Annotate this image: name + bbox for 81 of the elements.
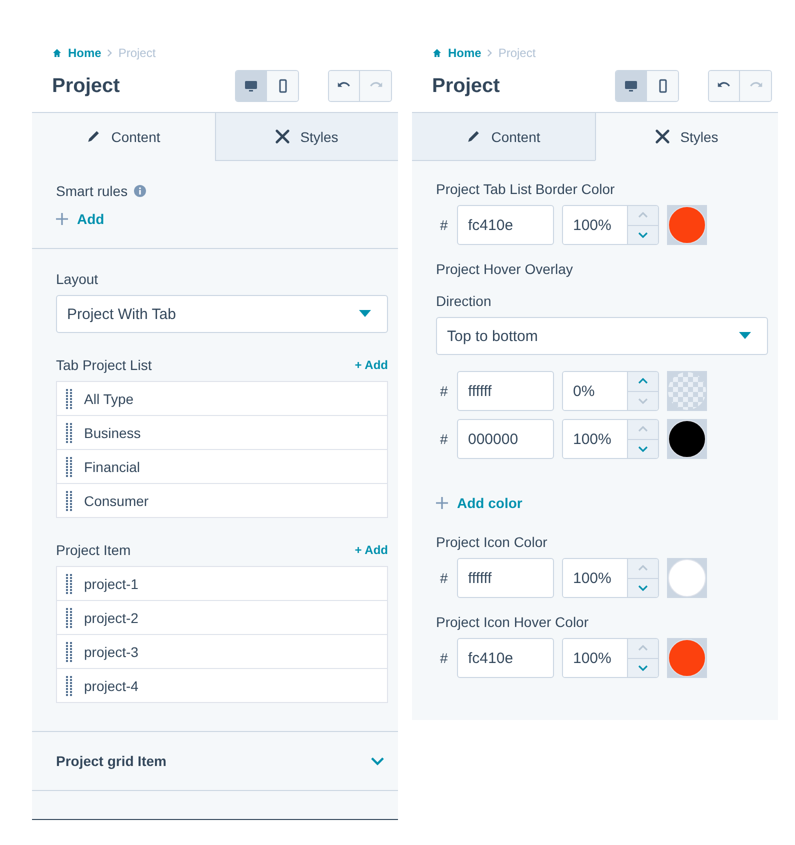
desktop-button[interactable] — [236, 71, 267, 101]
undo-button[interactable] — [329, 71, 360, 101]
breadcrumb-link[interactable]: Home — [68, 46, 102, 60]
decrement-button[interactable] — [628, 224, 658, 244]
field-label: Project Item — [56, 542, 131, 558]
layout-select[interactable]: Project With Tab — [56, 295, 388, 333]
decrement-button[interactable] — [628, 658, 658, 677]
accordion-header[interactable]: Project grid Item — [32, 732, 398, 791]
monitor-icon — [624, 79, 638, 93]
hash-label: # — [439, 383, 449, 399]
hex-input[interactable]: 000000 — [457, 419, 554, 459]
monitor-icon — [244, 79, 258, 93]
drag-handle-icon[interactable] — [66, 490, 72, 510]
mobile-button[interactable] — [267, 71, 298, 101]
field-label: Direction — [436, 293, 492, 309]
drag-handle-icon[interactable] — [66, 574, 72, 594]
opacity-field[interactable]: 100% — [562, 558, 659, 598]
caret-icon — [739, 332, 751, 340]
drag-handle-icon[interactable] — [66, 422, 72, 442]
list-item[interactable]: project-1 — [57, 567, 387, 601]
page-title: Project — [432, 74, 501, 98]
caret-icon — [359, 310, 371, 318]
drag-handle-icon[interactable] — [66, 642, 72, 662]
home-icon — [432, 48, 442, 58]
drag-handle-icon[interactable] — [66, 456, 72, 476]
field-label: Layout — [56, 271, 98, 287]
drag-handle-icon[interactable] — [66, 676, 72, 696]
crossed-tools-icon — [655, 129, 670, 144]
pencil-icon — [466, 129, 482, 144]
info-icon — [134, 185, 146, 197]
field-label: Tab Project List — [56, 357, 152, 373]
opacity-field[interactable]: 100% — [562, 638, 659, 678]
list-item[interactable]: Business — [57, 416, 387, 450]
color-swatch[interactable] — [667, 371, 707, 411]
page-title: Project — [52, 74, 121, 98]
chevron-icon — [107, 49, 112, 57]
tab[interactable]: Content — [412, 113, 594, 161]
pencil-icon — [86, 129, 102, 144]
opacity-field[interactable]: 100% — [562, 419, 659, 459]
color-swatch[interactable] — [667, 205, 707, 245]
decrement-button[interactable] — [628, 438, 658, 458]
color-swatch[interactable] — [667, 638, 707, 678]
opacity-field[interactable]: 0% — [562, 371, 659, 411]
hash-label: # — [439, 650, 449, 666]
hex-input[interactable]: ffffff — [457, 558, 554, 598]
chevron-icon — [487, 49, 492, 57]
drag-handle-icon[interactable] — [66, 388, 72, 408]
decrement-button[interactable] — [628, 578, 658, 597]
mobile-button[interactable] — [647, 71, 678, 101]
field-label: Project Icon Hover Color — [436, 614, 589, 630]
drag-handle-icon[interactable] — [66, 608, 72, 628]
increment-button[interactable] — [628, 372, 658, 390]
field-label: Project Tab List Border Color — [436, 181, 615, 197]
breadcrumb-link[interactable]: Home — [448, 46, 482, 60]
hex-input[interactable]: fc410e — [457, 638, 554, 678]
hex-input[interactable]: fc410e — [457, 205, 554, 245]
list-item[interactable]: project-2 — [57, 601, 387, 635]
crossed-tools-icon — [275, 129, 290, 144]
undo-button[interactable] — [709, 71, 740, 101]
list-item[interactable]: project-4 — [57, 669, 387, 702]
chevron-icon — [371, 756, 384, 766]
list-item[interactable]: Financial — [57, 450, 387, 484]
desktop-button[interactable] — [616, 71, 647, 101]
hex-input[interactable]: ffffff — [457, 371, 554, 411]
field-label: Smart rules — [56, 183, 128, 199]
color-swatch[interactable] — [667, 419, 707, 459]
field-label: Project Icon Color — [436, 534, 548, 550]
list-item[interactable]: Consumer — [57, 484, 387, 517]
direction-select[interactable]: Top to bottom — [436, 317, 768, 355]
tab[interactable]: Styles — [214, 113, 398, 161]
list-item[interactable]: project-3 — [57, 635, 387, 669]
plus-icon — [436, 497, 448, 509]
plus-icon — [56, 213, 68, 225]
hash-label: # — [439, 570, 449, 586]
color-swatch[interactable] — [667, 558, 707, 598]
hash-label: # — [439, 431, 449, 447]
home-icon — [52, 48, 62, 58]
opacity-field[interactable]: 100% — [562, 205, 659, 245]
list-item[interactable]: All Type — [57, 382, 387, 416]
field-label: Project Hover Overlay — [436, 261, 573, 277]
hash-label: # — [439, 217, 449, 233]
